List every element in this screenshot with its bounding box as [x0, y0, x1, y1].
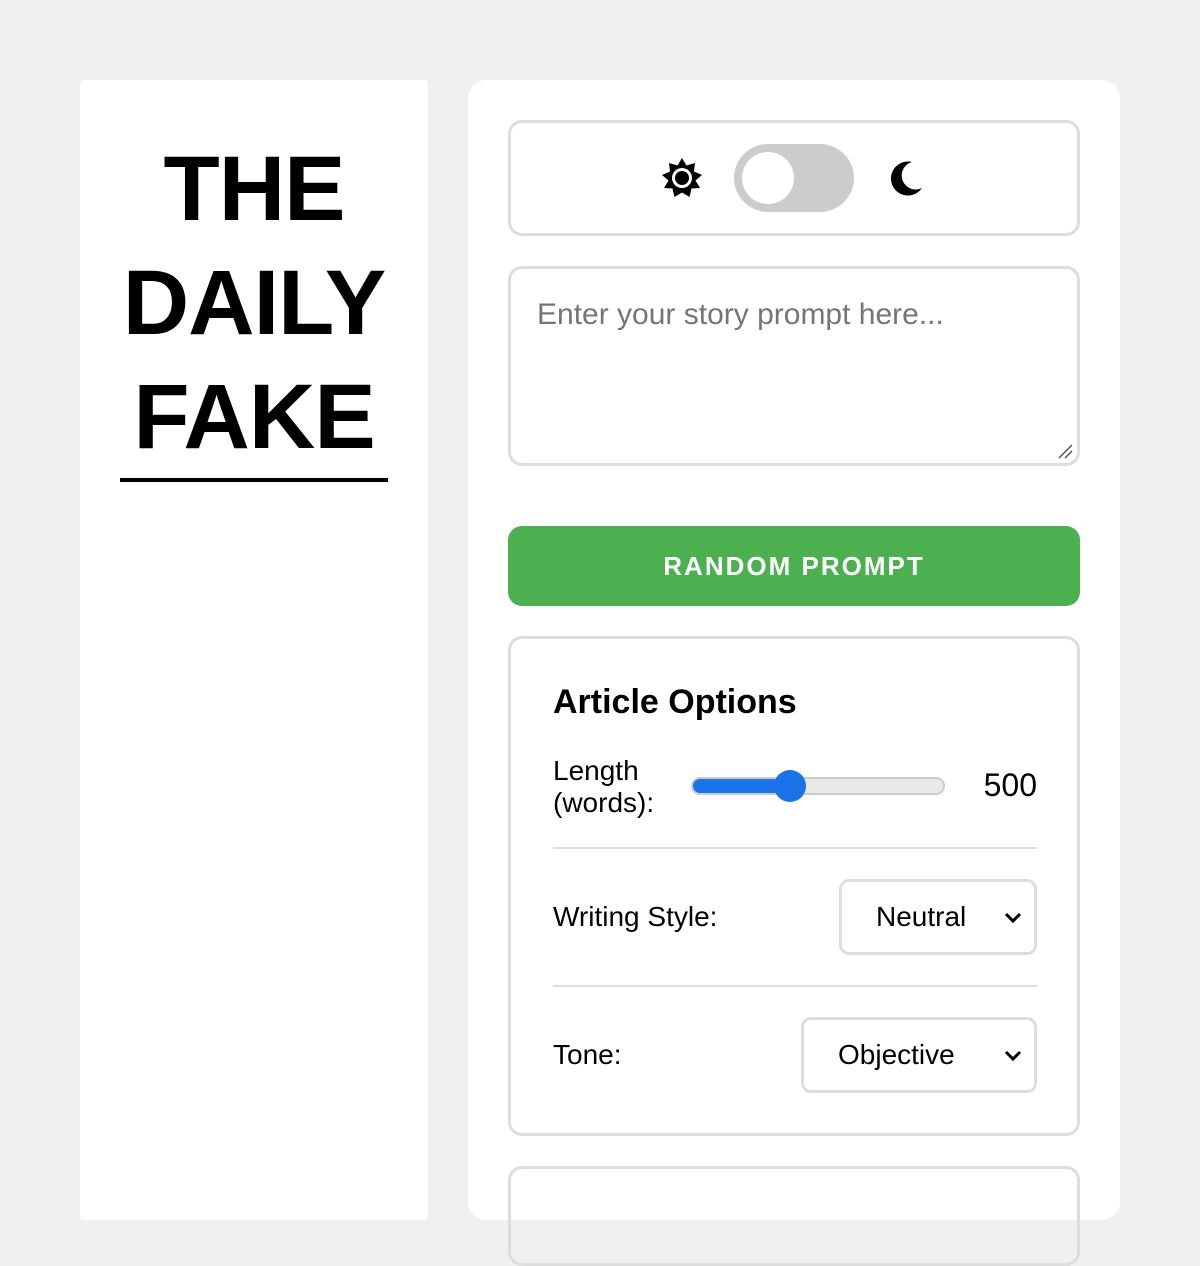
article-options-card: Article Options Length (words): 500 Writ…	[508, 636, 1080, 1136]
moon-icon	[884, 156, 928, 200]
length-label-line-2: (words):	[553, 787, 655, 818]
site-title: THE DAILY FAKE	[120, 132, 388, 482]
theme-toggle[interactable]	[734, 144, 854, 212]
chevron-down-icon	[1004, 1050, 1022, 1062]
length-slider-thumb[interactable]	[774, 770, 807, 802]
site-title-line-2: DAILY	[122, 252, 387, 354]
prompt-placeholder: Enter your story prompt here...	[537, 298, 944, 331]
random-prompt-button[interactable]: RANDOM PROMPT	[508, 526, 1080, 606]
writing-style-select[interactable]: Neutral	[839, 879, 1037, 955]
length-label-line-1: Length	[553, 755, 639, 786]
toggle-knob	[742, 152, 794, 204]
article-options-title: Article Options	[553, 683, 797, 721]
controls-panel: Enter your story prompt here... RANDOM P…	[468, 80, 1120, 1266]
tone-label: Tone:	[553, 1039, 622, 1070]
length-slider-track[interactable]	[691, 777, 945, 795]
writing-style-label: Writing Style:	[553, 901, 718, 932]
resize-grip-icon[interactable]	[1057, 443, 1073, 459]
next-card	[508, 1166, 1080, 1266]
writing-style-value: Neutral	[876, 901, 967, 932]
options-divider	[553, 985, 1037, 987]
length-label: Length (words):	[553, 755, 654, 819]
theme-switcher	[508, 120, 1080, 236]
length-value: 500	[983, 767, 1037, 803]
tone-value: Objective	[838, 1039, 955, 1070]
site-title-line-3: FAKE	[133, 366, 375, 468]
masthead-panel: THE DAILY FAKE	[80, 80, 428, 1220]
sun-icon	[660, 156, 704, 200]
site-title-line-1: THE	[163, 138, 346, 240]
story-prompt-input[interactable]: Enter your story prompt here...	[508, 266, 1080, 466]
tone-select[interactable]: Objective	[801, 1017, 1037, 1093]
options-divider	[553, 847, 1037, 849]
chevron-down-icon	[1004, 912, 1022, 924]
